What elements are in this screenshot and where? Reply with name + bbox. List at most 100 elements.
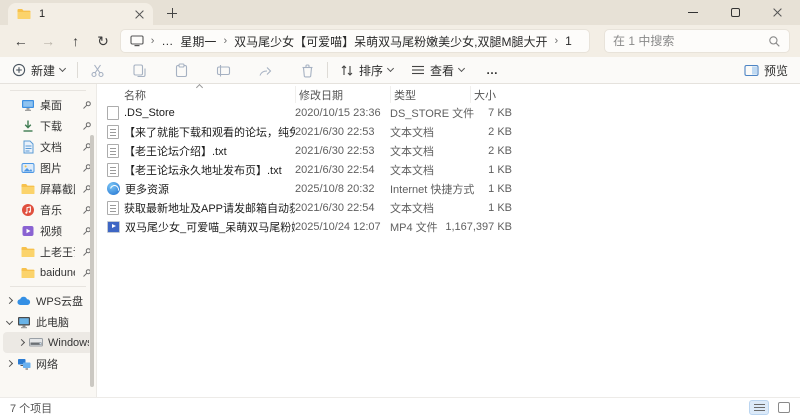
file-size: 1,167,397 KB: [445, 220, 512, 233]
new-button[interactable]: 新建: [12, 62, 67, 79]
file-type: Internet 快捷方式: [390, 183, 475, 196]
file-type: DS_STORE 文件: [390, 107, 475, 120]
minimize-button[interactable]: [684, 3, 702, 21]
file-row[interactable]: 更多资源 2025/10/8 20:32 Internet 快捷方式 1 KB: [97, 179, 800, 198]
file-row[interactable]: 【来了就能下载和观看的论坛，纯免费！】.txt 2021/6/30 22:53 …: [97, 122, 800, 141]
refresh-button[interactable]: ↻: [92, 33, 113, 50]
internet-shortcut-icon: [107, 182, 120, 195]
new-tab-button[interactable]: [159, 3, 185, 23]
address-bar[interactable]: › … 星期一 › 双马尾少女【可爱喵】呆萌双马尾粉嫩美少女,双腿M腿大开 › …: [119, 29, 590, 53]
chevron-right-icon[interactable]: [5, 359, 14, 368]
folder-icon: [21, 245, 35, 259]
new-button-label: 新建: [31, 63, 56, 78]
breadcrumb-ellipsis[interactable]: …: [161, 34, 173, 48]
toolbar-divider: [327, 62, 329, 78]
toolbar-divider: [77, 62, 79, 78]
chevron-down-icon[interactable]: [5, 317, 14, 326]
this-pc-icon: [130, 35, 144, 47]
file-date: 2021/6/30 22:53: [295, 125, 375, 138]
clipboard-actions: [90, 62, 315, 78]
paste-icon[interactable]: [174, 62, 189, 78]
file-date: 2021/6/30 22:53: [295, 144, 375, 157]
chevron-right-icon[interactable]: [17, 338, 26, 347]
sidebar-item-folder[interactable]: baidunetdisl: [0, 262, 96, 283]
sidebar-item-windows-ssd[interactable]: Windows-SSD: [3, 332, 93, 353]
sidebar-item-pictures[interactable]: 图片: [0, 157, 96, 178]
breadcrumb-segment[interactable]: 双马尾少女【可爱喵】呆萌双马尾粉嫩美少女,双腿M腿大开: [234, 33, 547, 50]
sort-button[interactable]: 排序: [340, 62, 395, 79]
file-row[interactable]: 【老王论坛永久地址发布页】.txt 2021/6/30 22:54 文本文档 1…: [97, 160, 800, 179]
sidebar-item-screenshots[interactable]: 屏幕截图: [0, 178, 96, 199]
file-row[interactable]: 获取最新地址及APP请发邮箱自动获取.txt 2021/6/30 22:54 文…: [97, 198, 800, 217]
sidebar-item-downloads[interactable]: 下载: [0, 115, 96, 136]
explorer-tab[interactable]: 1: [8, 3, 153, 25]
sidebar-item-this-pc[interactable]: 此电脑: [0, 311, 96, 332]
copy-icon[interactable]: [132, 63, 147, 78]
maximize-button[interactable]: [726, 3, 744, 21]
file-name: 双马尾少女_可爱喵_呆萌双马尾粉嫩美少女,双...: [125, 221, 295, 234]
back-button[interactable]: ←: [10, 33, 31, 49]
pictures-icon: [21, 161, 35, 175]
chevron-right-icon[interactable]: [5, 296, 14, 305]
file-name: 更多资源: [125, 183, 169, 196]
preview-toggle-button[interactable]: 预览: [744, 62, 788, 79]
tab-close-icon[interactable]: [135, 10, 144, 19]
music-icon: [21, 203, 35, 217]
close-button[interactable]: [768, 3, 786, 21]
search-icon: [769, 35, 780, 47]
breadcrumb-separator: ›: [150, 35, 155, 47]
file-list: 名称 修改日期 类型 大小 .DS_Store 2020/10/15 23:36…: [97, 83, 800, 397]
details-view-button[interactable]: [749, 400, 769, 415]
breadcrumb-segment[interactable]: 星期一: [180, 33, 216, 50]
file-size: 2 KB: [488, 125, 512, 138]
share-icon[interactable]: [258, 63, 273, 78]
breadcrumb-separator: ›: [554, 35, 559, 47]
text-file-icon: [107, 143, 119, 158]
text-file-icon: [107, 162, 119, 177]
file-row[interactable]: .DS_Store 2020/10/15 23:36 DS_STORE 文件 7…: [97, 103, 800, 122]
up-button[interactable]: ↑: [65, 33, 86, 49]
window-controls: [684, 2, 786, 22]
file-date: 2021/6/30 22:54: [295, 201, 375, 214]
text-file-icon: [107, 124, 119, 139]
sidebar-item-network[interactable]: 网络: [0, 353, 96, 374]
view-toggles: [749, 400, 790, 415]
drive-icon: [29, 336, 43, 350]
forward-button[interactable]: →: [37, 33, 58, 49]
column-header-name[interactable]: 名称: [97, 87, 295, 103]
sidebar-scrollbar[interactable]: [90, 135, 94, 387]
rename-icon[interactable]: [216, 63, 231, 78]
column-header-size[interactable]: 大小: [470, 86, 512, 103]
file-row[interactable]: 双马尾少女_可爱喵_呆萌双马尾粉嫩美少女,双... 2025/10/24 12:…: [97, 217, 800, 236]
sidebar-item-documents[interactable]: 文档: [0, 136, 96, 157]
document-icon: [21, 140, 35, 154]
sort-button-label: 排序: [359, 63, 384, 78]
file-name: .DS_Store: [124, 106, 175, 119]
view-button[interactable]: 查看: [411, 62, 466, 79]
text-file-icon: [107, 200, 119, 215]
sidebar-item-videos[interactable]: 视频: [0, 220, 96, 241]
navigation-pane: 桌面 下载 文档 图片 屏幕截图: [0, 84, 97, 397]
delete-icon[interactable]: [300, 63, 315, 78]
search-box[interactable]: [603, 29, 790, 53]
large-icons-view-button[interactable]: [778, 402, 790, 413]
navigation-bar: ← → ↑ ↻ › … 星期一 › 双马尾少女【可爱喵】呆萌双马尾粉嫩美少女,双…: [0, 25, 800, 57]
cut-icon[interactable]: [90, 63, 105, 78]
search-input[interactable]: [612, 34, 768, 48]
sidebar-item-wps-cloud[interactable]: WPS云盘: [0, 290, 96, 311]
column-header-type[interactable]: 类型: [390, 86, 470, 103]
file-row[interactable]: 【老王论坛介绍】.txt 2021/6/30 22:53 文本文档 2 KB: [97, 141, 800, 160]
minimize-icon: [688, 11, 698, 13]
file-name: 【老王论坛介绍】.txt: [124, 145, 227, 158]
sidebar-item-folder[interactable]: 上老王论坛当: [0, 241, 96, 262]
file-type: 文本文档: [390, 126, 434, 139]
download-icon: [21, 119, 35, 133]
breadcrumb-segment[interactable]: 1: [565, 34, 572, 48]
file-size: 7 KB: [488, 106, 512, 119]
file-type: 文本文档: [390, 164, 434, 177]
file-date: 2025/10/24 12:07: [295, 220, 381, 233]
column-header-date[interactable]: 修改日期: [295, 86, 390, 103]
sidebar-item-music[interactable]: 音乐: [0, 199, 96, 220]
see-more-button[interactable]: …: [486, 63, 499, 77]
sidebar-item-desktop[interactable]: 桌面: [0, 94, 96, 115]
